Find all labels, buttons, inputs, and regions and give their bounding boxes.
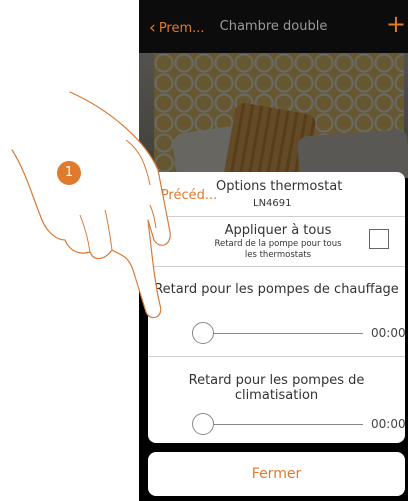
pointing-hand-icon xyxy=(11,91,171,319)
step-badge: 1 xyxy=(57,161,81,185)
